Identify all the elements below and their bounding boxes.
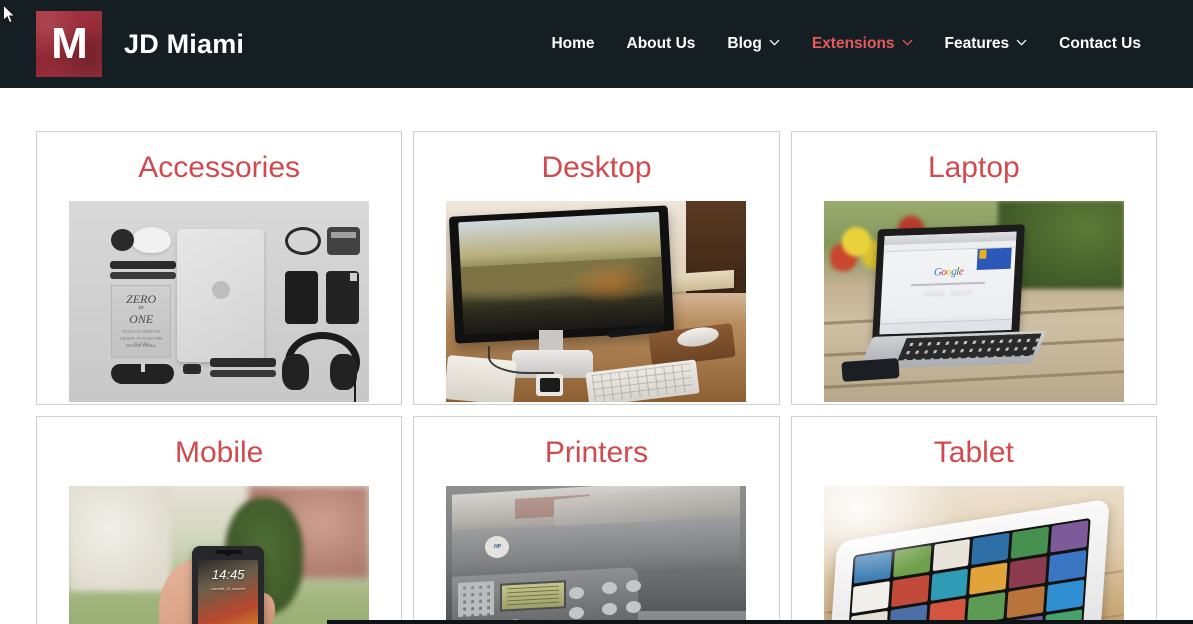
category-thumbnail-tablet [823,486,1124,624]
nav-item-extensions[interactable]: Extensions [796,35,929,53]
nav-item-about-us[interactable]: About Us [611,35,712,53]
category-thumbnail-mobile: 14:45 samedi, 31 octobre [69,486,370,624]
category-card-accessories[interactable]: Accessories ZERO to ONE NOTES ON STARTUPS OR… [36,131,403,405]
category-card-printers[interactable]: Printers [413,416,780,624]
category-card-laptop[interactable]: Laptop Google [790,131,1157,405]
category-title: Laptop [927,151,1020,184]
category-card-desktop[interactable]: Desktop [413,131,780,405]
category-title: Mobile [174,436,264,469]
accessories-flatlay-image: ZERO to ONE NOTES ON STARTUPS OR HOW TO BUIL… [69,201,370,402]
category-grid: Accessories ZERO to ONE NOTES ON STARTUPS OR… [36,131,1157,624]
nav-label: Features [944,35,1010,52]
desktop-workspace-image [446,201,747,402]
category-title: Printers [544,436,649,469]
site-header: M JD Miami Home About Us Blog Extensions… [0,0,1193,88]
phone-lockscreen-date: samedi, 31 octobre [211,586,246,591]
category-title: Desktop [541,151,652,184]
jd-miami-logo-icon: M [36,11,102,77]
brand-link[interactable]: M JD Miami [36,11,244,77]
category-thumbnail-laptop: Google [823,201,1124,402]
printer-image [446,486,747,624]
category-card-mobile[interactable]: Mobile 14:45 samedi, 31 octobre [36,416,403,624]
google-wordmark: Google [933,265,964,279]
horizontal-scrollbar[interactable] [327,620,1193,624]
nav-item-features[interactable]: Features [929,35,1044,53]
nav-item-contact-us[interactable]: Contact Us [1043,35,1157,53]
nav-item-blog[interactable]: Blog [711,35,795,53]
category-title: Tablet [933,436,1014,469]
hp-logo-icon [485,536,510,558]
phone-lockscreen-time: 14:45 [211,567,245,583]
laptop-outdoor-image: Google [823,201,1124,402]
chevron-down-icon [1016,37,1027,48]
main-navigation: Home About Us Blog Extensions Features C… [535,0,1157,88]
nav-label: Extensions [811,35,895,52]
tablet-image [823,486,1124,624]
brand-title: JD Miami [124,28,245,59]
category-thumbnail-accessories: ZERO to ONE NOTES ON STARTUPS OR HOW TO BUIL… [69,201,370,402]
category-thumbnail-printers [446,486,747,624]
nav-label: Contact Us [1059,35,1141,52]
category-card-tablet[interactable]: Tablet [790,416,1157,624]
category-title: Accessories [138,151,301,184]
chevron-down-icon [769,37,780,48]
mobile-in-hand-image: 14:45 samedi, 31 octobre [69,486,370,624]
category-thumbnail-desktop [446,201,747,402]
nav-item-home[interactable]: Home [535,35,610,53]
logo-letter: M [51,19,88,68]
chevron-down-icon [902,37,913,48]
main-content: Accessories ZERO to ONE NOTES ON STARTUPS OR… [0,88,1193,624]
nav-label: About Us [626,35,696,52]
nav-label: Home [551,35,595,52]
nav-label: Blog [727,35,762,52]
